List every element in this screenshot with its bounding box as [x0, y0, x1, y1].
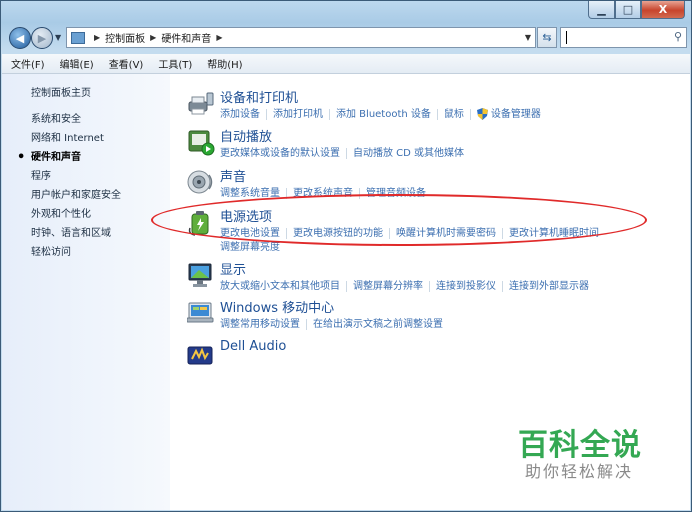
menu-edit[interactable]: 编辑(E): [51, 56, 100, 71]
uac-shield-icon: [476, 108, 488, 120]
minimize-icon: ▁: [597, 3, 606, 16]
link-connect-external-display[interactable]: 连接到外部显示器: [509, 281, 589, 292]
forward-button[interactable]: ▶: [31, 27, 53, 49]
category-title-autoplay[interactable]: 自动播放: [220, 126, 272, 145]
link-connect-projector[interactable]: 连接到投影仪: [436, 281, 496, 292]
link-autoplay-cd[interactable]: 自动播放 CD 或其他媒体: [353, 148, 464, 159]
printer-icon: [188, 92, 214, 115]
sidebar-item-programs[interactable]: 程序: [31, 167, 121, 186]
link-add-device[interactable]: 添加设备: [220, 109, 260, 120]
text-caret: [566, 31, 567, 44]
sidebar-item-clock-language[interactable]: 时钟、语言和区域: [31, 224, 121, 243]
category-title-devices-printers[interactable]: 设备和打印机: [220, 87, 298, 106]
link-device-manager[interactable]: 设备管理器: [491, 109, 541, 120]
link-adjust-brightness[interactable]: 调整屏幕亮度: [220, 242, 280, 253]
sidebar-home-link[interactable]: 控制面板主页: [31, 84, 91, 99]
link-mouse[interactable]: 鼠标: [444, 109, 464, 120]
breadcrumb-hardware-sound[interactable]: 硬件和声音: [161, 30, 211, 45]
link-change-media-defaults[interactable]: 更改媒体或设备的默认设置: [220, 148, 340, 159]
maximize-button[interactable]: □: [615, 1, 641, 19]
arrow-left-icon: ◀: [15, 31, 25, 45]
category-links-mobility-center: 调整常用移动设置 在给出演示文稿之前调整设置: [220, 315, 443, 330]
refresh-icon: ⇆: [542, 31, 552, 44]
link-add-printer[interactable]: 添加打印机: [273, 109, 323, 120]
category-links-display: 放大或缩小文本和其他项目 调整屏幕分辨率 连接到投影仪 连接到外部显示器: [220, 277, 589, 292]
sidebar-item-system-security[interactable]: 系统和安全: [31, 110, 121, 129]
category-links-autoplay: 更改媒体或设备的默认设置 自动播放 CD 或其他媒体: [220, 144, 464, 159]
menu-bar: 文件(F) 编辑(E) 查看(V) 工具(T) 帮助(H): [2, 54, 690, 74]
autoplay-icon: [188, 130, 215, 156]
annotation-ellipse: [151, 194, 647, 246]
category-title-mobility-center[interactable]: Windows 移动中心: [220, 297, 334, 316]
control-panel-window: ▁ □ X ◀ ▶ ▼ ▶ 控制面板 ▶ 硬件和声音 ▶ ▼ ⇆ ⚲ 文件(F)…: [0, 0, 692, 512]
chevron-down-icon[interactable]: ▼: [525, 33, 531, 42]
search-input[interactable]: [569, 30, 671, 47]
mobility-center-icon: [187, 302, 214, 323]
sidebar-item-hardware-sound[interactable]: 硬件和声音: [17, 148, 121, 167]
speaker-icon: [187, 170, 213, 194]
arrow-right-icon: ▶: [37, 31, 47, 45]
chevron-right-icon[interactable]: ▶: [150, 33, 156, 42]
category-links-devices-printers: 添加设备 添加打印机 添加 Bluetooth 设备 鼠标 设备管理器: [220, 105, 541, 120]
link-presentation-settings[interactable]: 在给出演示文稿之前调整设置: [313, 319, 443, 330]
maximize-icon: □: [622, 3, 634, 16]
link-add-bluetooth[interactable]: 添加 Bluetooth 设备: [336, 109, 431, 120]
watermark-subtitle: 助你轻松解决: [525, 462, 634, 481]
dell-audio-icon: [187, 346, 213, 365]
sidebar-list: 系统和安全 网络和 Internet 硬件和声音 程序 用户帐户和家庭安全 外观…: [17, 110, 121, 262]
menu-tools[interactable]: 工具(T): [149, 56, 198, 71]
link-adjust-resolution[interactable]: 调整屏幕分辨率: [353, 281, 423, 292]
sidebar: 控制面板主页 系统和安全 网络和 Internet 硬件和声音 程序 用户帐户和…: [2, 74, 170, 510]
menu-view[interactable]: 查看(V): [100, 56, 150, 71]
control-panel-icon: [71, 31, 85, 44]
monitor-icon: [188, 263, 212, 287]
minimize-button[interactable]: ▁: [588, 1, 615, 19]
back-button[interactable]: ◀: [9, 27, 31, 49]
category-title-sound[interactable]: 声音: [220, 166, 246, 185]
search-box[interactable]: ⚲: [560, 27, 687, 48]
chevron-right-icon[interactable]: ▶: [216, 33, 222, 42]
sidebar-item-appearance[interactable]: 外观和个性化: [31, 205, 121, 224]
address-bar[interactable]: ▶ 控制面板 ▶ 硬件和声音 ▶ ▼: [66, 27, 536, 48]
menu-help[interactable]: 帮助(H): [198, 56, 248, 71]
close-icon: X: [658, 3, 668, 16]
search-icon[interactable]: ⚲: [674, 30, 682, 43]
navigation-bar: ◀ ▶ ▼ ▶ 控制面板 ▶ 硬件和声音 ▶ ▼ ⇆ ⚲: [7, 26, 687, 50]
breadcrumb-control-panel[interactable]: 控制面板: [105, 30, 145, 45]
link-zoom-text[interactable]: 放大或缩小文本和其他项目: [220, 281, 340, 292]
chevron-right-icon[interactable]: ▶: [94, 33, 100, 42]
recent-pages-dropdown[interactable]: ▼: [55, 33, 63, 43]
menu-file[interactable]: 文件(F): [2, 56, 51, 71]
sidebar-item-user-accounts[interactable]: 用户帐户和家庭安全: [31, 186, 121, 205]
refresh-button[interactable]: ⇆: [537, 27, 557, 48]
sidebar-item-network[interactable]: 网络和 Internet: [31, 129, 121, 148]
category-title-dell-audio[interactable]: Dell Audio: [220, 339, 286, 354]
sidebar-item-ease-of-access[interactable]: 轻松访问: [31, 243, 121, 262]
link-adjust-mobility-settings[interactable]: 调整常用移动设置: [220, 319, 300, 330]
close-button[interactable]: X: [641, 1, 685, 19]
caption-buttons: ▁ □ X: [588, 1, 685, 19]
category-title-display[interactable]: 显示: [220, 259, 246, 278]
